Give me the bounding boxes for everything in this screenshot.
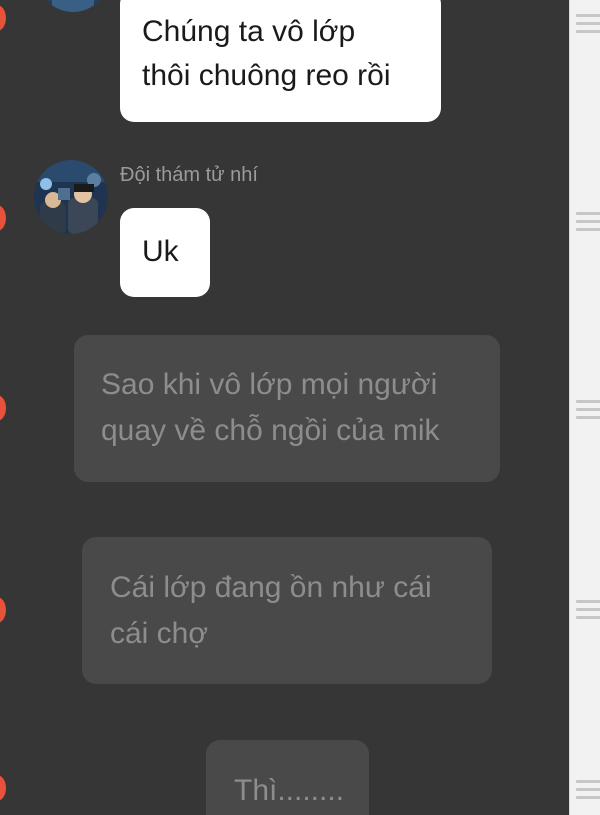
message-line: cái chợ	[110, 617, 209, 650]
message-bubble[interactable]: Sao khi vô lớp mọi người quay về chỗ ngồ…	[74, 335, 500, 482]
message-bubble[interactable]: Thì........	[206, 740, 369, 815]
sender-name: Đội thám tử nhí	[120, 164, 258, 186]
orange-dot-icon	[0, 395, 6, 421]
message-line: Sao khi vô lớp mọi người	[101, 368, 438, 401]
message-line: Uk	[142, 235, 179, 268]
message-line: Chúng ta vô lớp	[142, 15, 356, 48]
message-bubble[interactable]: Cái lớp đang ồn như cái cái chợ	[82, 537, 492, 684]
drag-handle-icon[interactable]	[576, 212, 600, 231]
avatar[interactable]	[42, 0, 104, 12]
drag-handle-icon[interactable]	[576, 600, 600, 619]
orange-dot-icon	[0, 5, 6, 31]
drag-handle-icon[interactable]	[576, 780, 600, 799]
orange-dot-icon	[0, 205, 6, 231]
orange-dot-icon	[0, 775, 6, 801]
chat-panel: Chúng ta vô lớp thôi chuông reo rồi Đội …	[0, 0, 569, 815]
message-bubble[interactable]: Uk	[120, 208, 210, 297]
right-rail	[569, 0, 600, 815]
message-line: thôi chuông reo rồi	[142, 59, 391, 92]
message-line: Thì........	[234, 774, 345, 807]
drag-handle-icon[interactable]	[576, 400, 600, 419]
orange-dot-icon	[0, 597, 6, 623]
avatar[interactable]	[34, 160, 108, 234]
drag-handle-icon[interactable]	[576, 14, 600, 33]
message-bubble[interactable]: Chúng ta vô lớp thôi chuông reo rồi	[120, 0, 441, 122]
message-line: Cái lớp đang ồn như cái	[110, 571, 432, 604]
message-line: quay về chỗ ngồi của mik	[101, 414, 440, 447]
